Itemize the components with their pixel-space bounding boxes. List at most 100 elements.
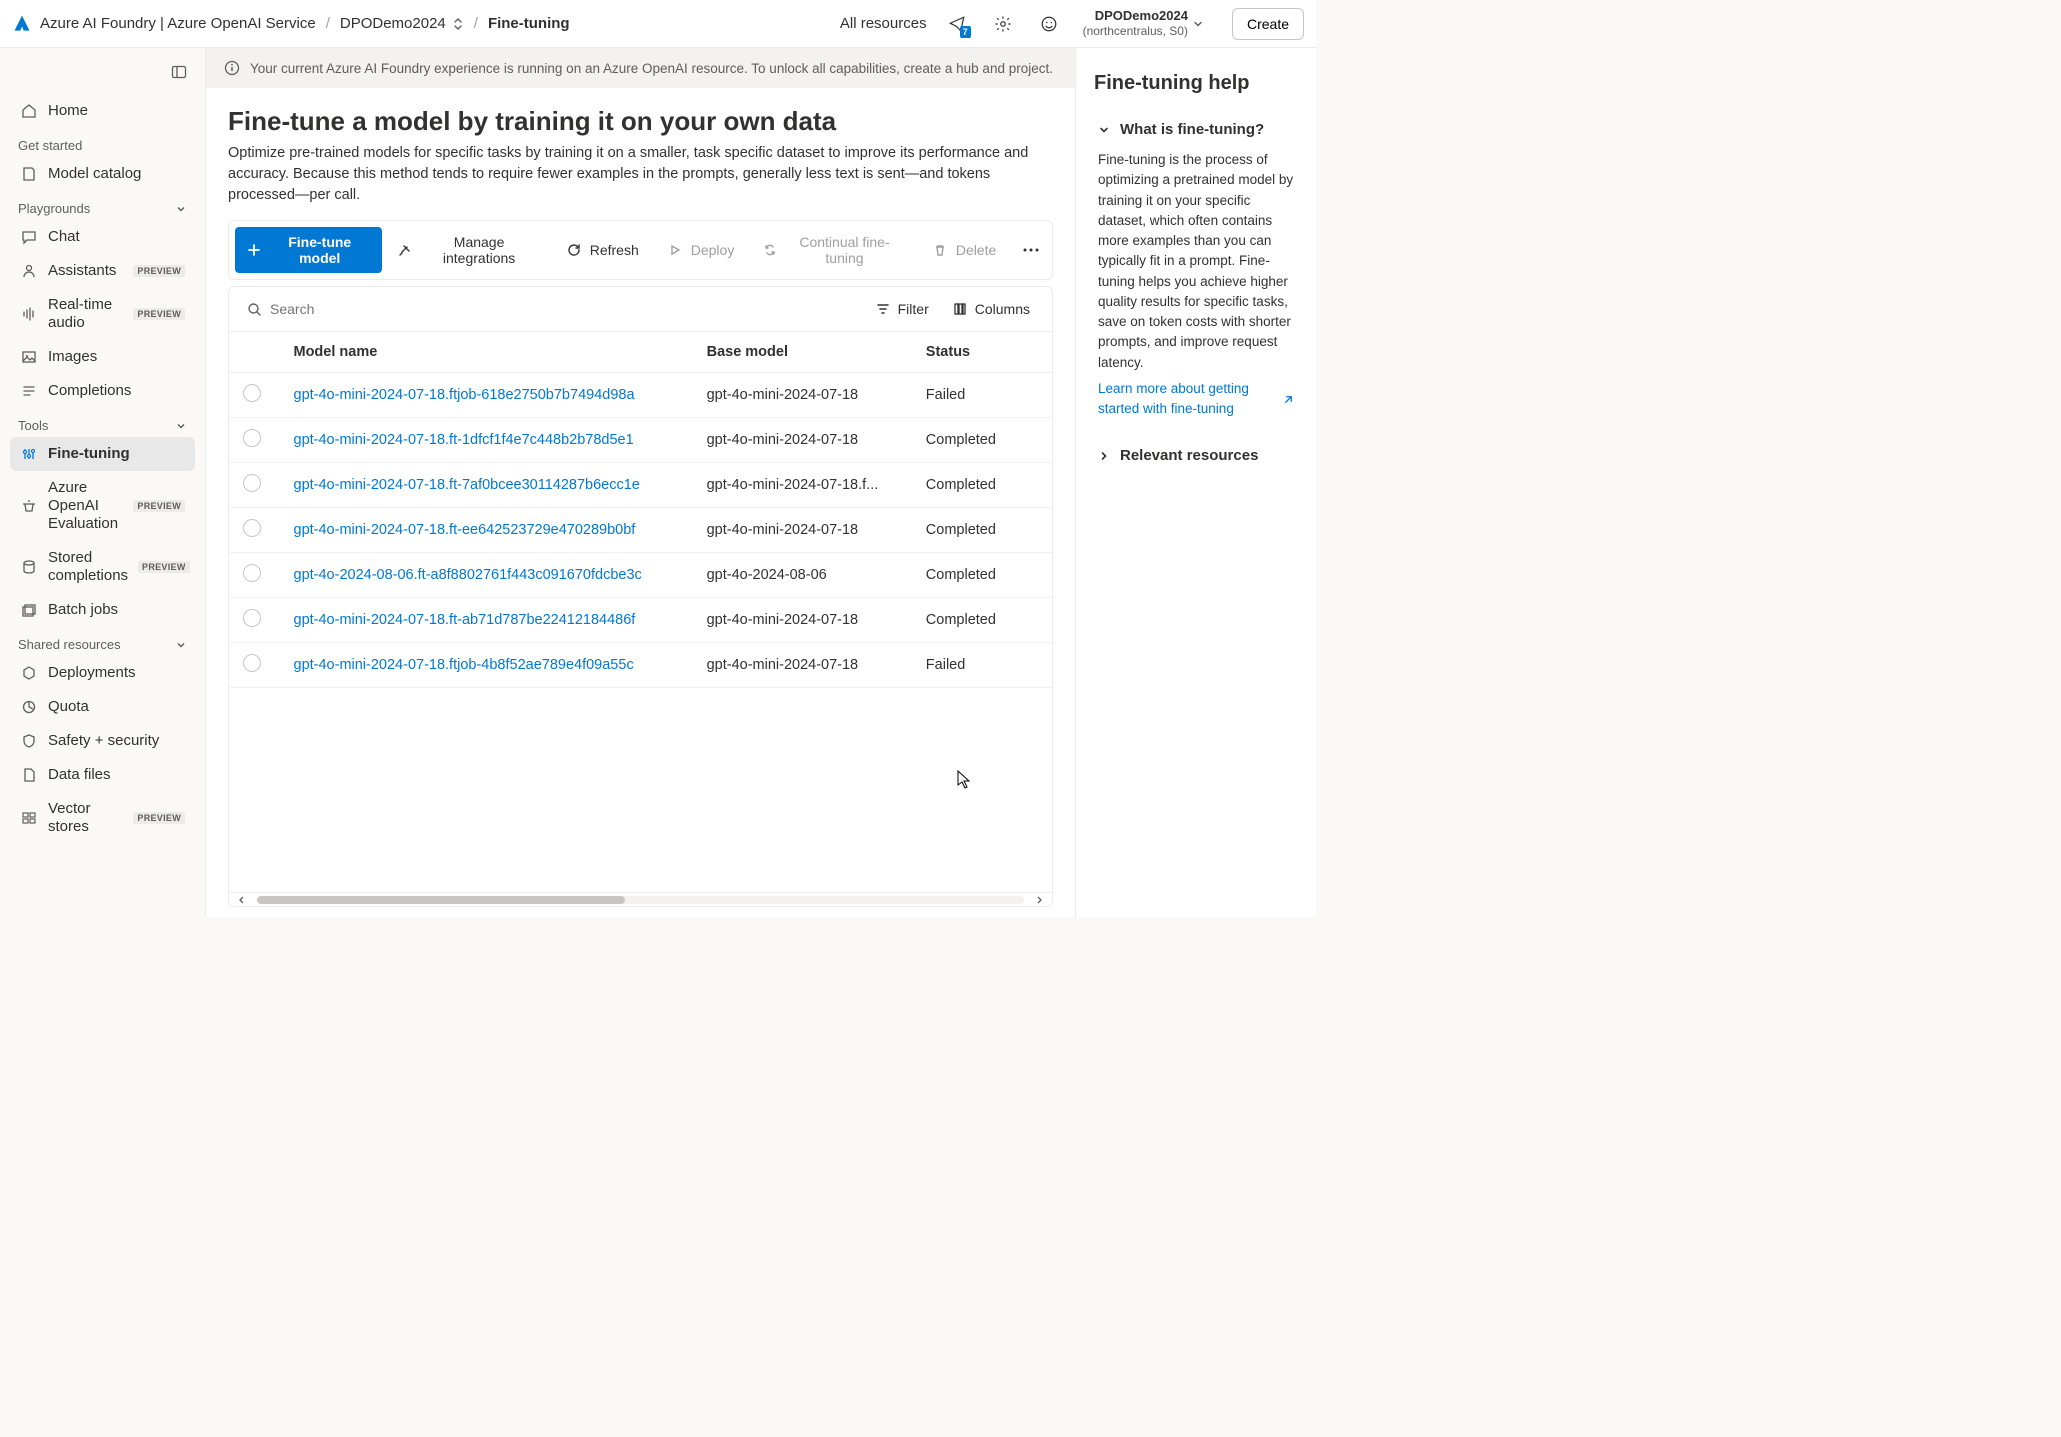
info-banner: Your current Azure AI Foundry experience… [206,48,1075,88]
external-link-icon [1283,394,1294,405]
manage-integrations-button[interactable]: Manage integrations [386,227,550,273]
sidebar-item-model-catalog[interactable]: Model catalog [10,157,195,191]
vector-icon [20,809,38,827]
sidebar-item-quota[interactable]: Quota [10,690,195,724]
model-link[interactable]: gpt-4o-mini-2024-07-18.ft-1dfcf1f4e7c448… [294,432,634,448]
row-select[interactable] [243,654,261,672]
sidebar-section-shared[interactable]: Shared resources [10,627,195,656]
breadcrumb-product[interactable]: Azure AI Foundry | Azure OpenAI Service [40,15,316,32]
notifications-button[interactable]: 7 [941,8,973,40]
sidebar-item-chat[interactable]: Chat [10,220,195,254]
sidebar-item-stored-completions[interactable]: Stored completionsPREVIEW [10,541,195,593]
filter-icon [876,302,890,316]
scroll-right-icon[interactable] [1034,895,1044,905]
button-label: Delete [956,242,996,258]
help-accordion-what[interactable]: What is fine-tuning? [1094,113,1298,146]
refresh-button[interactable]: Refresh [554,235,651,265]
plus-icon [247,242,262,258]
cell-base-model: gpt-4o-mini-2024-07-18 [693,418,912,463]
row-select[interactable] [243,474,261,492]
button-label: Filter [898,301,929,317]
table-row[interactable]: gpt-4o-mini-2024-07-18.ft-ee642523729e47… [229,508,1052,553]
model-link[interactable]: gpt-4o-mini-2024-07-18.ft-ab71d787be2241… [294,612,636,628]
columns-button[interactable]: Columns [943,295,1040,323]
row-select[interactable] [243,564,261,582]
main-column: Your current Azure AI Foundry experience… [206,48,1076,917]
sidebar-item-safety[interactable]: Safety + security [10,724,195,758]
scroll-left-icon[interactable] [237,895,247,905]
table-row[interactable]: gpt-4o-mini-2024-07-18.ft-ab71d787be2241… [229,598,1052,643]
sidebar-item-deployments[interactable]: Deployments [10,656,195,690]
feedback-button[interactable] [1033,8,1065,40]
home-icon [20,102,38,120]
button-label: Fine-tune model [270,234,370,266]
sidebar-item-images[interactable]: Images [10,340,195,374]
model-link[interactable]: gpt-4o-2024-08-06.ft-a8f8802761f443c0916… [294,567,642,583]
columns-icon [953,302,967,316]
cell-model-name: gpt-4o-2024-08-06.ft-a8f8802761f443c0916… [280,553,693,598]
breadcrumb-project-label: DPODemo2024 [340,15,446,32]
table-row[interactable]: gpt-4o-mini-2024-07-18.ftjob-4b8f52ae789… [229,643,1052,688]
deployment-icon [20,664,38,682]
sidebar-collapse-button[interactable] [165,58,193,86]
scroll-thumb[interactable] [257,896,625,904]
finetune-model-button[interactable]: Fine-tune model [235,227,382,273]
row-select[interactable] [243,384,261,402]
trash-icon [932,242,948,258]
breadcrumb-project[interactable]: DPODemo2024 [340,15,464,32]
model-link[interactable]: gpt-4o-mini-2024-07-18.ftjob-4b8f52ae789… [294,657,634,673]
file-icon [20,766,38,784]
horizontal-scrollbar[interactable] [229,892,1052,906]
image-icon [20,348,38,366]
sidebar-section-playgrounds[interactable]: Playgrounds [10,191,195,220]
table-row[interactable]: gpt-4o-mini-2024-07-18.ft-1dfcf1f4e7c448… [229,418,1052,463]
row-select[interactable] [243,609,261,627]
model-link[interactable]: gpt-4o-mini-2024-07-18.ft-ee642523729e47… [294,522,636,538]
table-scroll[interactable]: Model name Base model Status Created on … [229,332,1052,892]
table-row[interactable]: gpt-4o-2024-08-06.ft-a8f8802761f443c0916… [229,553,1052,598]
learn-more-link[interactable]: Learn more about getting started with fi… [1098,379,1294,420]
model-link[interactable]: gpt-4o-mini-2024-07-18.ftjob-618e2750b7b… [294,387,635,403]
search-icon [247,302,262,317]
chevron-down-icon [175,420,187,432]
button-label: Deploy [691,242,735,258]
cell-base-model: gpt-4o-2024-08-06 [693,553,912,598]
evaluation-icon [20,497,38,515]
sidebar-item-batch-jobs[interactable]: Batch jobs [10,593,195,627]
account-dropdown[interactable]: DPODemo2024 (northcentralus, S0) [1079,6,1208,41]
create-button[interactable]: Create [1232,8,1304,40]
table-row[interactable]: gpt-4o-mini-2024-07-18.ftjob-618e2750b7b… [229,373,1052,418]
help-accordion-resources[interactable]: Relevant resources [1094,439,1298,472]
sidebar-item-label: Assistants [48,262,123,280]
model-link[interactable]: gpt-4o-mini-2024-07-18.ft-7af0bcee301142… [294,477,640,493]
col-header-base[interactable]: Base model [693,332,912,373]
breadcrumb: Azure AI Foundry | Azure OpenAI Service … [40,15,570,32]
filter-button[interactable]: Filter [866,295,939,323]
sidebar-section-tools[interactable]: Tools [10,408,195,437]
search-input-wrap[interactable] [241,297,461,321]
col-header-name[interactable]: Model name [280,332,693,373]
sidebar-item-vector-stores[interactable]: Vector storesPREVIEW [10,792,195,844]
sidebar-item-evaluation[interactable]: Azure OpenAI EvaluationPREVIEW [10,471,195,541]
row-select[interactable] [243,429,261,447]
col-header-status[interactable]: Status [912,332,1052,373]
row-select[interactable] [243,519,261,537]
sidebar-item-assistants[interactable]: AssistantsPREVIEW [10,254,195,288]
chevron-updown-icon[interactable] [452,17,464,31]
sidebar-item-home[interactable]: Home [10,94,195,128]
all-resources-link[interactable]: All resources [840,15,927,32]
refresh-icon [566,242,582,258]
cell-status: Completed [912,508,1052,553]
settings-button[interactable] [987,8,1019,40]
more-actions-button[interactable] [1016,241,1046,259]
sidebar-item-completions[interactable]: Completions [10,374,195,408]
chevron-down-icon [1098,124,1110,136]
accordion-label: Relevant resources [1120,447,1258,464]
search-input[interactable] [270,301,455,317]
table-row[interactable]: gpt-4o-mini-2024-07-18.ft-7af0bcee301142… [229,463,1052,508]
sidebar-section-get-started[interactable]: Get started [10,128,195,157]
sidebar-item-data-files[interactable]: Data files [10,758,195,792]
account-region: (northcentralus, S0) [1083,24,1188,39]
sidebar-item-realtime-audio[interactable]: Real-time audioPREVIEW [10,288,195,340]
sidebar-item-fine-tuning[interactable]: Fine-tuning [10,437,195,471]
